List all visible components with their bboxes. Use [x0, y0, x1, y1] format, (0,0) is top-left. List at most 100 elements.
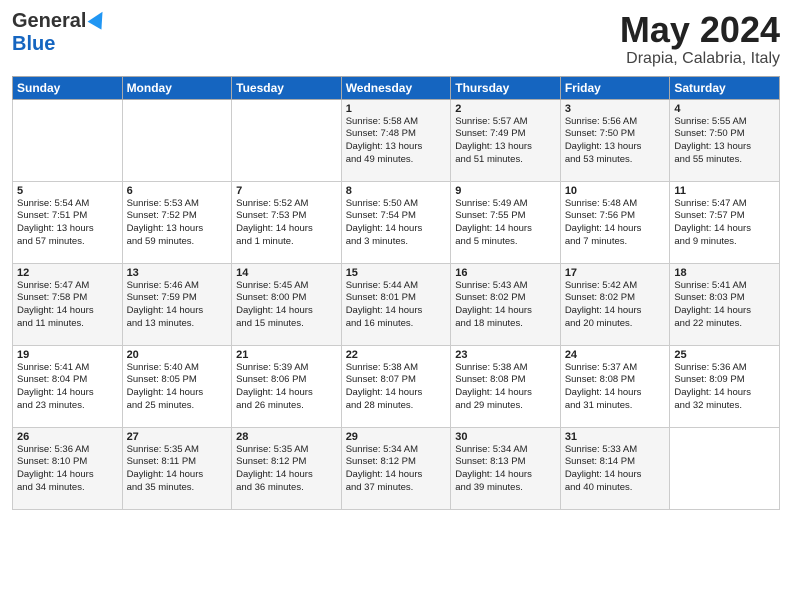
- cell-info: Sunrise: 5:46 AM Sunset: 7:59 PM Dayligh…: [127, 280, 228, 331]
- table-row: 26Sunrise: 5:36 AM Sunset: 8:10 PM Dayli…: [13, 427, 123, 509]
- table-row: 23Sunrise: 5:38 AM Sunset: 8:08 PM Dayli…: [451, 345, 561, 427]
- table-row: 30Sunrise: 5:34 AM Sunset: 8:13 PM Dayli…: [451, 427, 561, 509]
- logo-text: General Blue: [12, 10, 104, 56]
- table-row: 29Sunrise: 5:34 AM Sunset: 8:12 PM Dayli…: [341, 427, 451, 509]
- day-number: 20: [127, 349, 228, 361]
- header-row: Sunday Monday Tuesday Wednesday Thursday…: [13, 76, 780, 99]
- table-row: 15Sunrise: 5:44 AM Sunset: 8:01 PM Dayli…: [341, 263, 451, 345]
- header: General Blue May 2024 Drapia, Calabria, …: [12, 10, 780, 68]
- cell-info: Sunrise: 5:53 AM Sunset: 7:52 PM Dayligh…: [127, 198, 228, 249]
- table-row: 8Sunrise: 5:50 AM Sunset: 7:54 PM Daylig…: [341, 181, 451, 263]
- logo-arrow-icon: [88, 8, 110, 30]
- table-row: [13, 99, 123, 181]
- day-number: 24: [565, 349, 666, 361]
- cell-info: Sunrise: 5:35 AM Sunset: 8:12 PM Dayligh…: [236, 444, 337, 495]
- cell-info: Sunrise: 5:39 AM Sunset: 8:06 PM Dayligh…: [236, 362, 337, 413]
- table-row: 14Sunrise: 5:45 AM Sunset: 8:00 PM Dayli…: [232, 263, 342, 345]
- day-number: 7: [236, 185, 337, 197]
- cell-info: Sunrise: 5:38 AM Sunset: 8:08 PM Dayligh…: [455, 362, 556, 413]
- col-friday: Friday: [560, 76, 670, 99]
- cell-info: Sunrise: 5:50 AM Sunset: 7:54 PM Dayligh…: [346, 198, 447, 249]
- table-row: 27Sunrise: 5:35 AM Sunset: 8:11 PM Dayli…: [122, 427, 232, 509]
- table-row: 4Sunrise: 5:55 AM Sunset: 7:50 PM Daylig…: [670, 99, 780, 181]
- cell-info: Sunrise: 5:42 AM Sunset: 8:02 PM Dayligh…: [565, 280, 666, 331]
- table-row: [122, 99, 232, 181]
- table-row: 21Sunrise: 5:39 AM Sunset: 8:06 PM Dayli…: [232, 345, 342, 427]
- cell-info: Sunrise: 5:36 AM Sunset: 8:10 PM Dayligh…: [17, 444, 118, 495]
- col-thursday: Thursday: [451, 76, 561, 99]
- calendar-week-row: 19Sunrise: 5:41 AM Sunset: 8:04 PM Dayli…: [13, 345, 780, 427]
- day-number: 13: [127, 267, 228, 279]
- day-number: 12: [17, 267, 118, 279]
- day-number: 19: [17, 349, 118, 361]
- cell-info: Sunrise: 5:57 AM Sunset: 7:49 PM Dayligh…: [455, 116, 556, 167]
- table-row: 2Sunrise: 5:57 AM Sunset: 7:49 PM Daylig…: [451, 99, 561, 181]
- day-number: 28: [236, 431, 337, 443]
- col-sunday: Sunday: [13, 76, 123, 99]
- day-number: 1: [346, 103, 447, 115]
- table-row: 20Sunrise: 5:40 AM Sunset: 8:05 PM Dayli…: [122, 345, 232, 427]
- day-number: 11: [674, 185, 775, 197]
- calendar-week-row: 12Sunrise: 5:47 AM Sunset: 7:58 PM Dayli…: [13, 263, 780, 345]
- calendar-title: May 2024: [620, 10, 780, 50]
- day-number: 21: [236, 349, 337, 361]
- cell-info: Sunrise: 5:48 AM Sunset: 7:56 PM Dayligh…: [565, 198, 666, 249]
- cell-info: Sunrise: 5:34 AM Sunset: 8:12 PM Dayligh…: [346, 444, 447, 495]
- cell-info: Sunrise: 5:58 AM Sunset: 7:48 PM Dayligh…: [346, 116, 447, 167]
- cell-info: Sunrise: 5:38 AM Sunset: 8:07 PM Dayligh…: [346, 362, 447, 413]
- table-row: 5Sunrise: 5:54 AM Sunset: 7:51 PM Daylig…: [13, 181, 123, 263]
- table-row: 22Sunrise: 5:38 AM Sunset: 8:07 PM Dayli…: [341, 345, 451, 427]
- cell-info: Sunrise: 5:37 AM Sunset: 8:08 PM Dayligh…: [565, 362, 666, 413]
- day-number: 27: [127, 431, 228, 443]
- table-row: 9Sunrise: 5:49 AM Sunset: 7:55 PM Daylig…: [451, 181, 561, 263]
- table-row: 1Sunrise: 5:58 AM Sunset: 7:48 PM Daylig…: [341, 99, 451, 181]
- calendar-week-row: 26Sunrise: 5:36 AM Sunset: 8:10 PM Dayli…: [13, 427, 780, 509]
- table-row: 13Sunrise: 5:46 AM Sunset: 7:59 PM Dayli…: [122, 263, 232, 345]
- day-number: 14: [236, 267, 337, 279]
- table-row: 24Sunrise: 5:37 AM Sunset: 8:08 PM Dayli…: [560, 345, 670, 427]
- day-number: 17: [565, 267, 666, 279]
- col-saturday: Saturday: [670, 76, 780, 99]
- day-number: 3: [565, 103, 666, 115]
- col-wednesday: Wednesday: [341, 76, 451, 99]
- cell-info: Sunrise: 5:55 AM Sunset: 7:50 PM Dayligh…: [674, 116, 775, 167]
- logo-general: General: [12, 10, 86, 32]
- calendar-table: Sunday Monday Tuesday Wednesday Thursday…: [12, 76, 780, 510]
- table-row: 6Sunrise: 5:53 AM Sunset: 7:52 PM Daylig…: [122, 181, 232, 263]
- table-row: 18Sunrise: 5:41 AM Sunset: 8:03 PM Dayli…: [670, 263, 780, 345]
- day-number: 29: [346, 431, 447, 443]
- logo-blue: Blue: [12, 33, 55, 55]
- day-number: 26: [17, 431, 118, 443]
- table-row: 10Sunrise: 5:48 AM Sunset: 7:56 PM Dayli…: [560, 181, 670, 263]
- table-row: [670, 427, 780, 509]
- day-number: 9: [455, 185, 556, 197]
- table-row: 3Sunrise: 5:56 AM Sunset: 7:50 PM Daylig…: [560, 99, 670, 181]
- calendar-location: Drapia, Calabria, Italy: [620, 50, 780, 68]
- table-row: 19Sunrise: 5:41 AM Sunset: 8:04 PM Dayli…: [13, 345, 123, 427]
- table-row: 25Sunrise: 5:36 AM Sunset: 8:09 PM Dayli…: [670, 345, 780, 427]
- cell-info: Sunrise: 5:54 AM Sunset: 7:51 PM Dayligh…: [17, 198, 118, 249]
- table-row: [232, 99, 342, 181]
- col-monday: Monday: [122, 76, 232, 99]
- day-number: 25: [674, 349, 775, 361]
- cell-info: Sunrise: 5:47 AM Sunset: 7:57 PM Dayligh…: [674, 198, 775, 249]
- cell-info: Sunrise: 5:52 AM Sunset: 7:53 PM Dayligh…: [236, 198, 337, 249]
- day-number: 31: [565, 431, 666, 443]
- calendar-week-row: 5Sunrise: 5:54 AM Sunset: 7:51 PM Daylig…: [13, 181, 780, 263]
- table-row: 12Sunrise: 5:47 AM Sunset: 7:58 PM Dayli…: [13, 263, 123, 345]
- cell-info: Sunrise: 5:33 AM Sunset: 8:14 PM Dayligh…: [565, 444, 666, 495]
- cell-info: Sunrise: 5:41 AM Sunset: 8:03 PM Dayligh…: [674, 280, 775, 331]
- cell-info: Sunrise: 5:40 AM Sunset: 8:05 PM Dayligh…: [127, 362, 228, 413]
- day-number: 5: [17, 185, 118, 197]
- day-number: 8: [346, 185, 447, 197]
- title-block: May 2024 Drapia, Calabria, Italy: [620, 10, 780, 68]
- cell-info: Sunrise: 5:35 AM Sunset: 8:11 PM Dayligh…: [127, 444, 228, 495]
- table-row: 17Sunrise: 5:42 AM Sunset: 8:02 PM Dayli…: [560, 263, 670, 345]
- cell-info: Sunrise: 5:47 AM Sunset: 7:58 PM Dayligh…: [17, 280, 118, 331]
- cell-info: Sunrise: 5:34 AM Sunset: 8:13 PM Dayligh…: [455, 444, 556, 495]
- cell-info: Sunrise: 5:41 AM Sunset: 8:04 PM Dayligh…: [17, 362, 118, 413]
- cell-info: Sunrise: 5:36 AM Sunset: 8:09 PM Dayligh…: [674, 362, 775, 413]
- day-number: 18: [674, 267, 775, 279]
- cell-info: Sunrise: 5:56 AM Sunset: 7:50 PM Dayligh…: [565, 116, 666, 167]
- day-number: 22: [346, 349, 447, 361]
